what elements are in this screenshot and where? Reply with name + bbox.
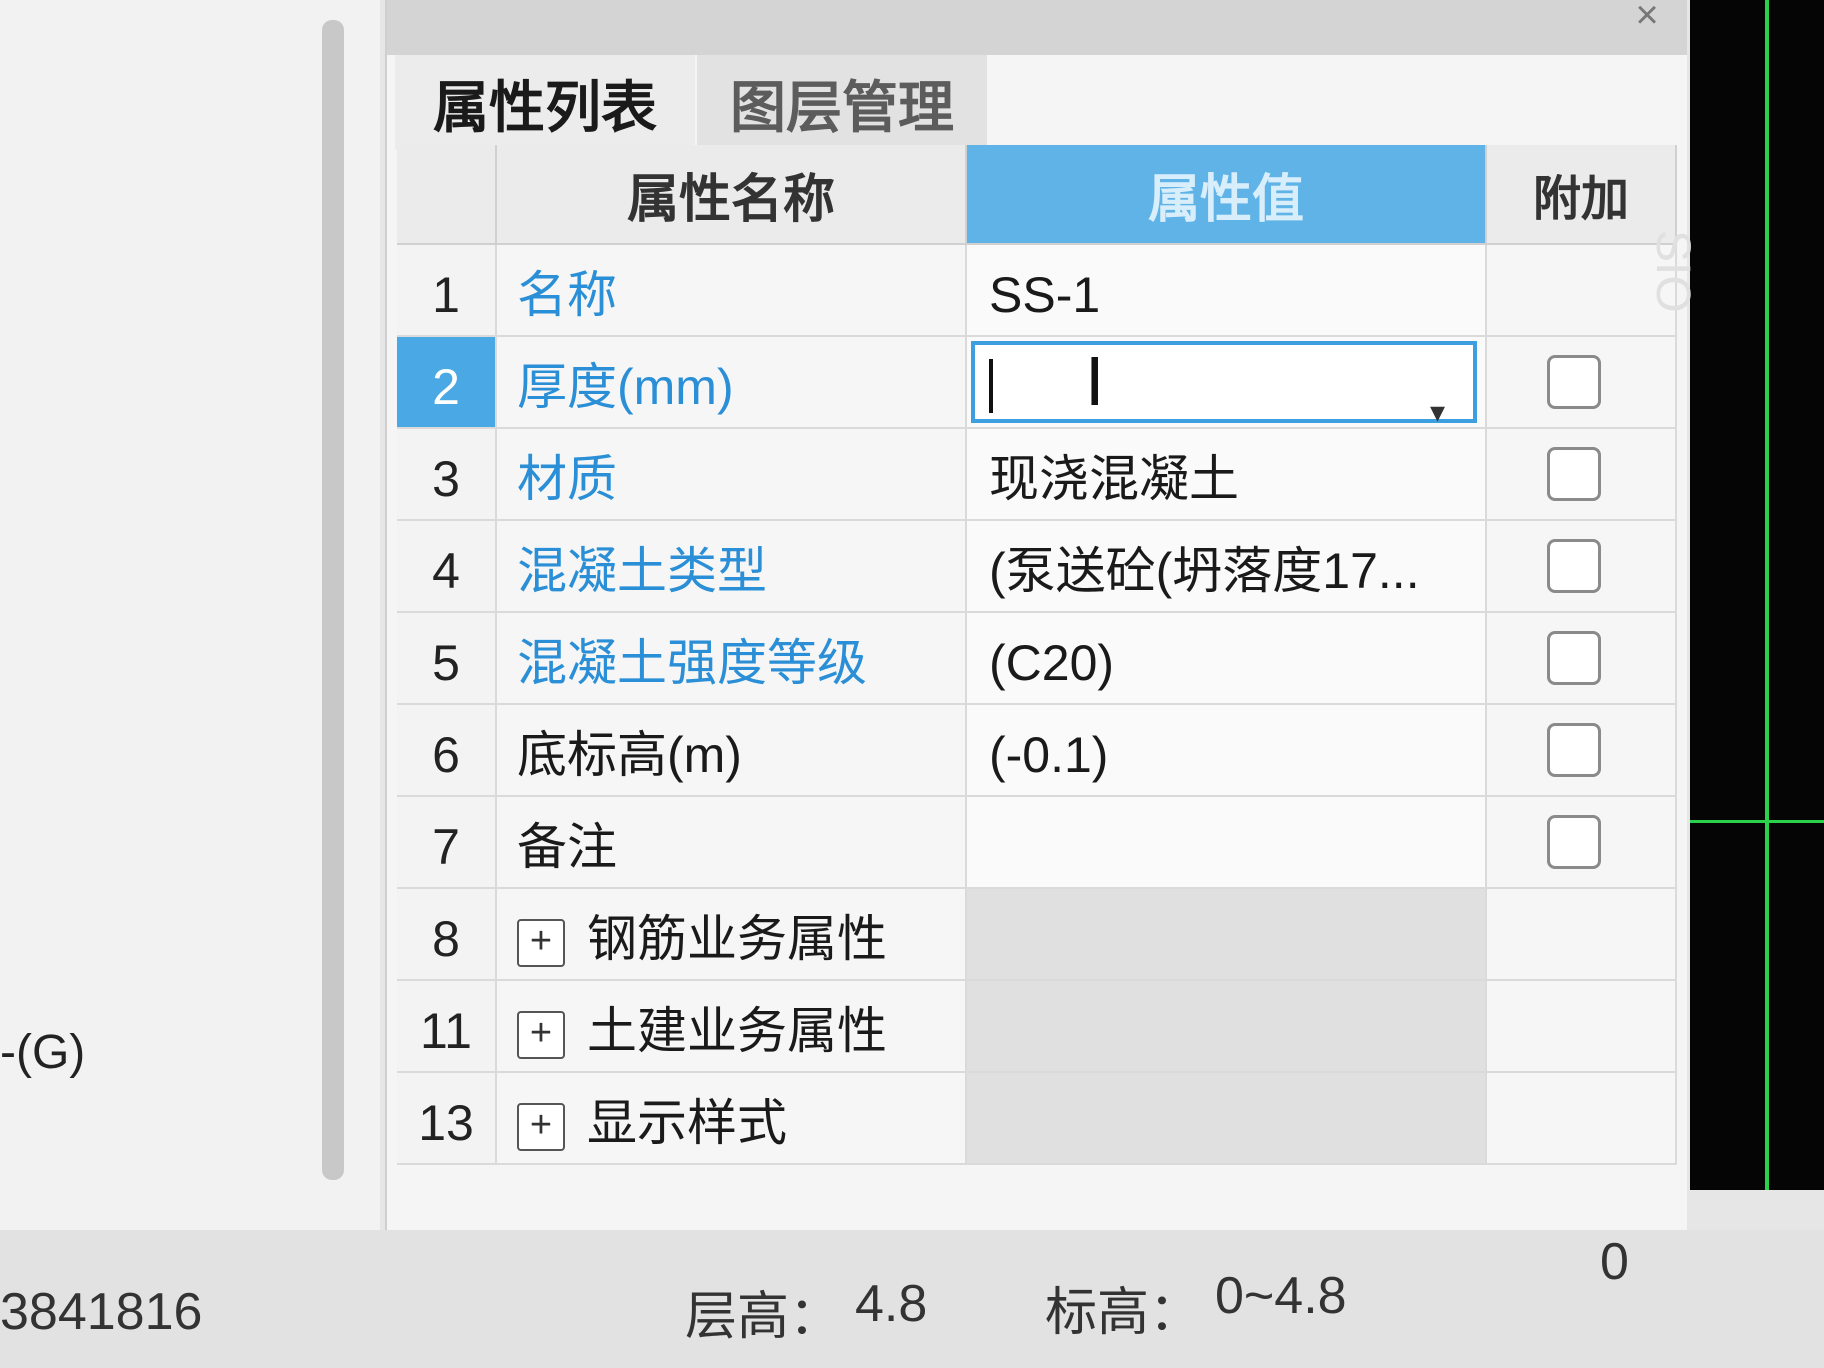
table-row[interactable]: 3 材质 现浇混凝土 (397, 429, 1687, 521)
row-number: 13 (397, 1073, 497, 1165)
row-number: 3 (397, 429, 497, 521)
property-name: 混凝土类型 (497, 521, 967, 613)
row-number: 6 (397, 705, 497, 797)
row-number: 11 (397, 981, 497, 1073)
property-group-name: + 土建业务属性 (497, 981, 967, 1073)
property-name: 厚度(mm) (497, 337, 967, 429)
property-name: 底标高(m) (497, 705, 967, 797)
header-property-value[interactable]: 属性值 (967, 145, 1487, 245)
expand-icon[interactable]: + (517, 1010, 565, 1059)
table-row[interactable]: 1 名称 SS-1 (397, 245, 1687, 337)
property-value[interactable] (967, 797, 1487, 889)
dropdown-arrow-icon[interactable]: ▾ (1430, 363, 1445, 427)
property-group-name: + 显示样式 (497, 1073, 967, 1165)
group-label: 土建业务属性 (587, 1003, 887, 1059)
floor-height-value: 4.8 (855, 1275, 928, 1333)
property-name: 材质 (497, 429, 967, 521)
tab-layer-management[interactable]: 图层管理 (697, 55, 987, 150)
additional-cell (1487, 797, 1677, 889)
table-row[interactable]: 7 备注 (397, 797, 1687, 889)
property-name: 混凝土强度等级 (497, 613, 967, 705)
row-number: 2 (397, 337, 497, 429)
group-label: 钢筋业务属性 (587, 911, 887, 967)
property-value-cell: I ▾ (967, 337, 1487, 429)
row-number: 1 (397, 245, 497, 337)
row-number: 4 (397, 521, 497, 613)
additional-cell (1487, 1073, 1677, 1165)
dialog-titlebar[interactable]: × (387, 0, 1687, 55)
additional-cell (1487, 429, 1677, 521)
table-row[interactable]: 5 混凝土强度等级 (C20) (397, 613, 1687, 705)
property-value (967, 889, 1487, 981)
additional-cell (1487, 705, 1677, 797)
additional-cell (1487, 981, 1677, 1073)
property-group-name: + 钢筋业务属性 (497, 889, 967, 981)
additional-checkbox[interactable] (1547, 723, 1601, 777)
additional-checkbox[interactable] (1547, 447, 1601, 501)
close-icon[interactable]: × (1627, 0, 1667, 40)
coordinate-readout: 3841816 (0, 1283, 203, 1341)
axis-line-horizontal (1690, 820, 1824, 823)
additional-cell (1487, 889, 1677, 981)
table-row[interactable]: 4 混凝土类型 (泵送砼(坍落度17... (397, 521, 1687, 613)
table-row[interactable]: 13 + 显示样式 (397, 1073, 1687, 1165)
expand-icon[interactable]: + (517, 1102, 565, 1151)
property-name: 备注 (497, 797, 967, 889)
floor-height-label: 层高： (685, 1288, 842, 1346)
property-value[interactable]: (C20) (967, 613, 1487, 705)
property-value (967, 1073, 1487, 1165)
property-value[interactable]: (-0.1) (967, 705, 1487, 797)
property-value[interactable]: 现浇混凝土 (967, 429, 1487, 521)
table-row[interactable]: 11 + 土建业务属性 (397, 981, 1687, 1073)
additional-checkbox[interactable] (1547, 631, 1601, 685)
text-caret (989, 359, 993, 413)
property-dialog: × 属性列表 图层管理 属性名称 属性值 附加 1 名称 SS-1 2 厚度(m… (385, 0, 1687, 1250)
additional-cell (1487, 521, 1677, 613)
group-label: 显示样式 (587, 1095, 787, 1151)
dialog-tabs: 属性列表 图层管理 (395, 55, 1685, 150)
additional-checkbox[interactable] (1547, 815, 1601, 869)
status-extra-value: 0 (1600, 1233, 1629, 1291)
status-bar: 3841816 层高： 4.8 标高： 0~4.8 0 (0, 1230, 1824, 1368)
property-value[interactable]: (泵送砼(坍落度17... (967, 521, 1487, 613)
table-row[interactable]: 6 底标高(m) (-0.1) (397, 705, 1687, 797)
expand-icon[interactable]: + (517, 918, 565, 967)
row-number: 5 (397, 613, 497, 705)
table-row[interactable]: 8 + 钢筋业务属性 (397, 889, 1687, 981)
elevation-label: 标高： (1045, 1284, 1202, 1342)
left-scrollbar[interactable] (322, 20, 344, 1180)
property-value (967, 981, 1487, 1073)
tab-property-list[interactable]: 属性列表 (395, 55, 695, 150)
additional-cell (1487, 613, 1677, 705)
row-number: 7 (397, 797, 497, 889)
header-property-name[interactable]: 属性名称 (497, 145, 967, 245)
elevation-value: 0~4.8 (1215, 1267, 1347, 1325)
row-number: 8 (397, 889, 497, 981)
axis-line-vertical (1765, 0, 1769, 1190)
additional-checkbox[interactable] (1547, 355, 1601, 409)
ibeam-cursor-icon: I (1085, 342, 1105, 420)
additional-cell (1487, 337, 1677, 429)
table-row[interactable]: 2 厚度(mm) I ▾ (397, 337, 1687, 429)
additional-checkbox[interactable] (1547, 539, 1601, 593)
property-value[interactable]: SS-1 (967, 245, 1487, 337)
canvas-label: SIO (1646, 230, 1699, 313)
drawing-canvas[interactable] (1690, 0, 1824, 1190)
header-row-number (397, 145, 497, 245)
property-name: 名称 (497, 245, 967, 337)
left-panel-label: -(G) (0, 1026, 86, 1079)
thickness-input[interactable]: I ▾ (971, 341, 1477, 427)
